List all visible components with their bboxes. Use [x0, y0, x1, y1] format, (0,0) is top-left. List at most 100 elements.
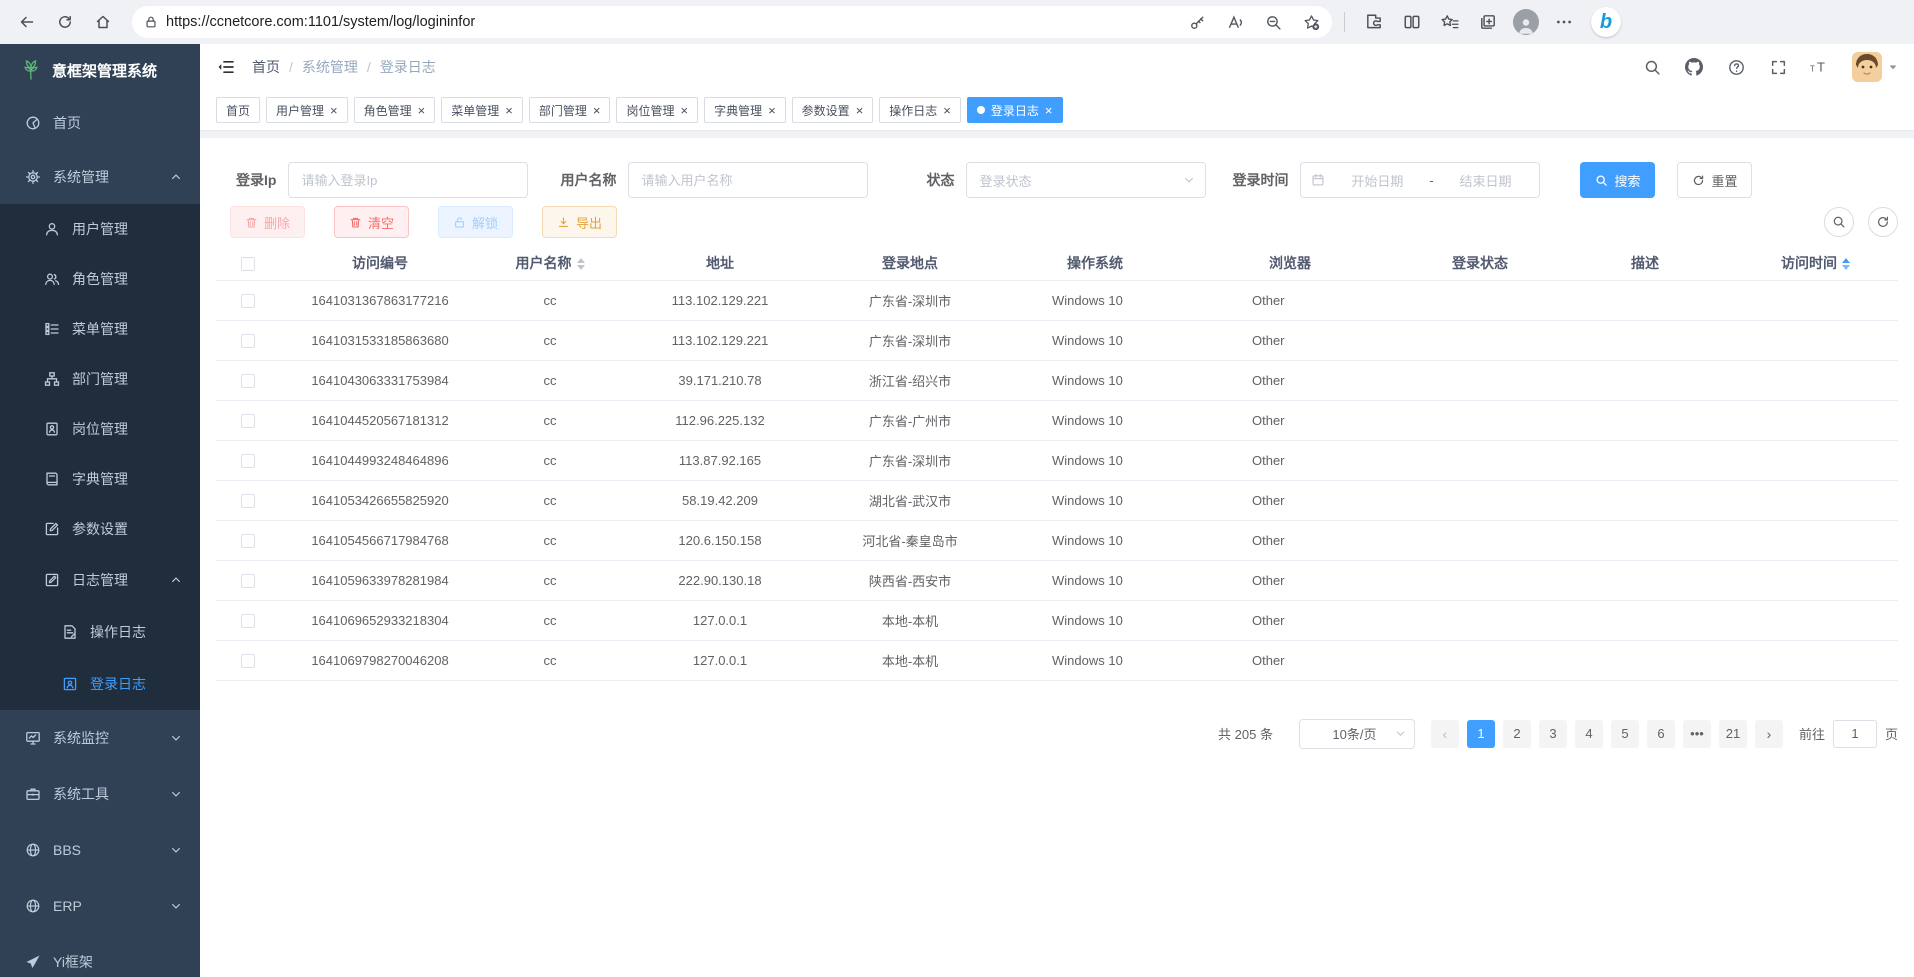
reset-button[interactable]: 重置 — [1677, 162, 1752, 198]
clear-button[interactable]: 清空 — [334, 206, 409, 238]
close-icon[interactable]: × — [856, 104, 864, 117]
sidebar-item-parameter-settings[interactable]: 参数设置 — [0, 504, 200, 554]
fullscreen-icon[interactable] — [1768, 57, 1788, 77]
collections-icon[interactable] — [1471, 5, 1505, 39]
page-button[interactable]: 5 — [1611, 720, 1639, 748]
login-ip-input[interactable] — [288, 162, 528, 198]
table-row[interactable]: 1641044993248464896 cc 113.87.92.165 广东省… — [216, 440, 1898, 480]
next-page-button[interactable]: › — [1755, 720, 1783, 748]
date-range-picker[interactable]: 开始日期 - 结束日期 — [1300, 162, 1540, 198]
username-input[interactable] — [628, 162, 868, 198]
sidebar-item-system-monitor[interactable]: 系统监控 — [0, 710, 200, 766]
search-icon[interactable] — [1642, 57, 1662, 77]
col-os[interactable]: 操作系统 — [1000, 246, 1190, 280]
col-address[interactable]: 地址 — [620, 246, 820, 280]
sidebar-item-role-management[interactable]: 角色管理 — [0, 254, 200, 304]
sidebar-item-department-management[interactable]: 部门管理 — [0, 354, 200, 404]
page-button[interactable]: 6 — [1647, 720, 1675, 748]
avatar[interactable] — [1852, 52, 1882, 82]
tab[interactable]: 字典管理 × — [704, 97, 786, 123]
search-button[interactable]: 搜索 — [1580, 162, 1655, 198]
col-visit-id[interactable]: 访问编号 — [280, 246, 480, 280]
sidebar-item-system-tools[interactable]: 系统工具 — [0, 766, 200, 822]
tab[interactable]: 部门管理 × — [529, 97, 611, 123]
prev-page-button[interactable]: ‹ — [1431, 720, 1459, 748]
extensions-icon[interactable] — [1357, 5, 1391, 39]
col-username[interactable]: 用户名称 — [480, 246, 620, 280]
favorites-icon[interactable] — [1433, 5, 1467, 39]
row-checkbox[interactable] — [241, 574, 255, 588]
status-select[interactable]: 登录状态 — [966, 162, 1206, 198]
breadcrumb-home[interactable]: 首页 — [252, 57, 280, 77]
sort-icon[interactable] — [577, 258, 585, 270]
sidebar-item-operation-log[interactable]: 操作日志 — [0, 606, 200, 658]
col-browser[interactable]: 浏览器 — [1190, 246, 1390, 280]
close-icon[interactable]: × — [680, 104, 688, 117]
table-row[interactable]: 1641059633978281984 cc 222.90.130.18 陕西省… — [216, 560, 1898, 600]
table-row[interactable]: 1641053426655825920 cc 58.19.42.209 湖北省-… — [216, 480, 1898, 520]
table-row[interactable]: 1641031367863177216 cc 113.102.129.221 广… — [216, 280, 1898, 320]
col-visit-time[interactable]: 访问时间 — [1720, 246, 1898, 280]
help-icon[interactable] — [1726, 57, 1746, 77]
tab[interactable]: 登录日志 × — [967, 97, 1063, 123]
delete-button[interactable]: 删除 — [230, 206, 305, 238]
sidebar-item-dict-management[interactable]: 字典管理 — [0, 454, 200, 504]
table-row[interactable]: 1641043063331753984 cc 39.171.210.78 浙江省… — [216, 360, 1898, 400]
row-checkbox[interactable] — [241, 294, 255, 308]
fold-sidebar-icon[interactable] — [216, 57, 236, 77]
page-button[interactable]: 3 — [1539, 720, 1567, 748]
close-icon[interactable]: × — [1045, 104, 1053, 117]
end-date-placeholder[interactable]: 结束日期 — [1442, 171, 1530, 190]
row-checkbox[interactable] — [241, 454, 255, 468]
table-row[interactable]: 1641054566717984768 cc 120.6.150.158 河北省… — [216, 520, 1898, 560]
sidebar-item-yi-framework[interactable]: Yi框架 — [0, 934, 200, 977]
read-aloud-icon[interactable] — [1220, 7, 1250, 37]
col-status[interactable]: 登录状态 — [1390, 246, 1570, 280]
split-screen-icon[interactable] — [1395, 5, 1429, 39]
select-all-checkbox[interactable] — [241, 257, 255, 271]
address-bar[interactable]: https://ccnetcore.com:1101/system/log/lo… — [132, 6, 1332, 38]
row-checkbox[interactable] — [241, 374, 255, 388]
tab[interactable]: 参数设置 × — [792, 97, 874, 123]
tab[interactable]: 首页 — [216, 97, 260, 123]
page-button[interactable]: 2 — [1503, 720, 1531, 748]
row-checkbox[interactable] — [241, 654, 255, 668]
export-button[interactable]: 导出 — [542, 206, 617, 238]
sidebar-item-bbs[interactable]: BBS — [0, 822, 200, 878]
row-checkbox[interactable] — [241, 494, 255, 508]
key-icon[interactable] — [1182, 7, 1212, 37]
close-icon[interactable]: × — [330, 104, 338, 117]
font-size-icon[interactable]: TT — [1810, 57, 1830, 77]
page-button[interactable]: 1 — [1467, 720, 1495, 748]
col-description[interactable]: 描述 — [1570, 246, 1720, 280]
goto-page-input[interactable] — [1833, 720, 1877, 748]
table-row[interactable]: 1641069798270046208 cc 127.0.0.1 本地-本机 W… — [216, 640, 1898, 680]
table-row[interactable]: 1641031533185863680 cc 113.102.129.221 广… — [216, 320, 1898, 360]
sidebar-item-post-management[interactable]: 岗位管理 — [0, 404, 200, 454]
sidebar-item-system-management[interactable]: 系统管理 — [0, 150, 200, 204]
table-row[interactable]: 1641044520567181312 cc 112.96.225.132 广东… — [216, 400, 1898, 440]
page-button[interactable]: 4 — [1575, 720, 1603, 748]
sidebar-item-log-management[interactable]: 日志管理 — [0, 554, 200, 606]
bing-icon[interactable]: b — [1591, 7, 1621, 37]
favorite-add-icon[interactable] — [1296, 7, 1326, 37]
sidebar-item-login-log[interactable]: 登录日志 — [0, 658, 200, 710]
page-button[interactable]: ••• — [1683, 720, 1711, 748]
tab[interactable]: 操作日志 × — [879, 97, 961, 123]
refresh-table-icon[interactable] — [1868, 207, 1898, 237]
close-icon[interactable]: × — [593, 104, 601, 117]
start-date-placeholder[interactable]: 开始日期 — [1333, 171, 1421, 190]
home-icon[interactable] — [86, 5, 120, 39]
page-size-select[interactable]: 10条/页 — [1299, 719, 1415, 749]
show-search-icon[interactable] — [1824, 207, 1854, 237]
more-icon[interactable] — [1547, 5, 1581, 39]
sidebar-item-home[interactable]: 首页 — [0, 96, 200, 150]
profile-icon[interactable] — [1509, 5, 1543, 39]
table-row[interactable]: 1641069652933218304 cc 127.0.0.1 本地-本机 W… — [216, 600, 1898, 640]
close-icon[interactable]: × — [768, 104, 776, 117]
sidebar-item-user-management[interactable]: 用户管理 — [0, 204, 200, 254]
tab[interactable]: 岗位管理 × — [616, 97, 698, 123]
sidebar-item-erp[interactable]: ERP — [0, 878, 200, 934]
user-menu[interactable] — [1852, 52, 1898, 82]
sidebar-item-menu-management[interactable]: 菜单管理 — [0, 304, 200, 354]
